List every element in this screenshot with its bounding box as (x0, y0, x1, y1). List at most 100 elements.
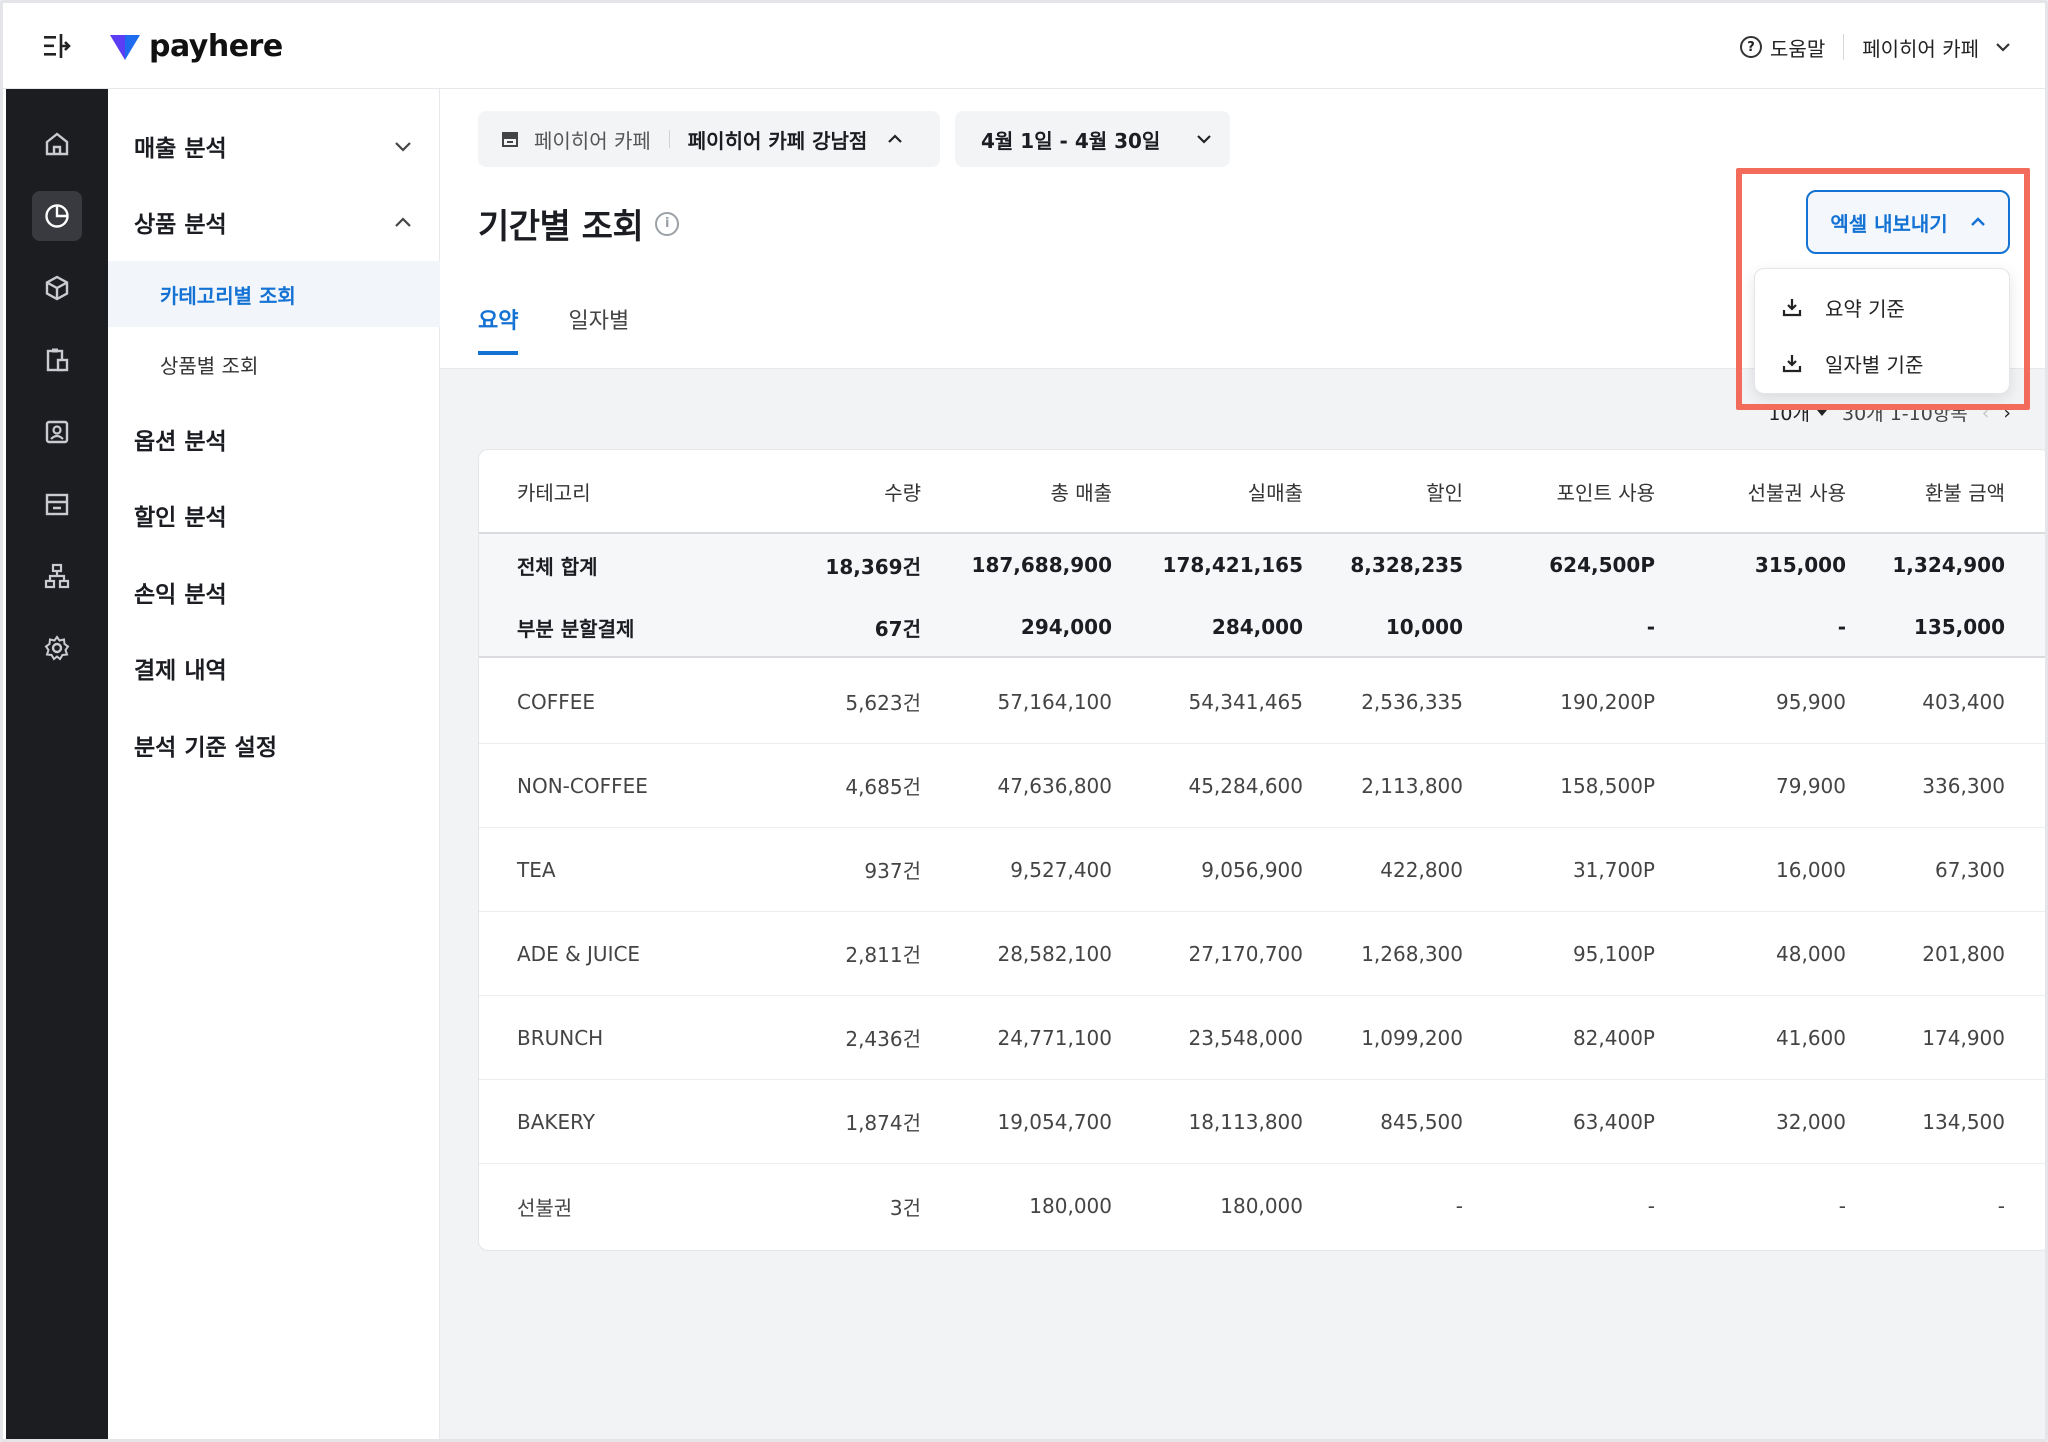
table-cell: 1,874건 (845, 1111, 921, 1135)
table-cell: 24,771,100 (997, 1025, 1112, 1050)
table-cell: 31,700P (1572, 857, 1655, 882)
table-cell: 23,548,000 (1188, 1025, 1303, 1050)
table-cell: 180,000 (1220, 1194, 1303, 1218)
question-icon: ? (1740, 36, 1763, 58)
table-cell: 1,324,900 (1892, 553, 2005, 577)
split-payment-row: 부분 분할결제 67건 294,000 284,000 10,000 - - 1… (479, 596, 2045, 658)
table-cell: 284,000 (1211, 615, 1303, 639)
table-cell: 201,800 (1922, 941, 2005, 966)
brand-name: 페이히어 카페 (534, 128, 651, 153)
column-header: 환불 금액 (1925, 480, 2005, 505)
table-cell: - (1646, 615, 1655, 639)
total-row: 전체 합계 18,369건 187,688,900 178,421,165 8,… (479, 534, 2045, 596)
chevron-down-icon (395, 141, 411, 152)
icon-rail (6, 89, 108, 1439)
nav-group-label: 손익 분석 (134, 582, 227, 608)
table-cell: - (1455, 1194, 1463, 1218)
help-link[interactable]: ? 도움말 (1740, 33, 1825, 62)
org-structure-icon[interactable] (32, 551, 82, 601)
column-header: 실매출 (1247, 480, 1303, 505)
help-label: 도움말 (1770, 36, 1826, 61)
chevron-up-icon (395, 216, 411, 227)
store-icon (502, 132, 518, 147)
nav-group-discount-analysis[interactable]: 할인 분석 (108, 487, 440, 543)
table-cell: 28,582,100 (997, 941, 1112, 966)
table-row: COFFEE 5,623건 57,164,100 54,341,465 2,53… (479, 660, 2045, 744)
table-cell: 선불권 (517, 1195, 573, 1220)
table-cell: BRUNCH (517, 1025, 604, 1050)
top-bar: payhere ? 도움말 페이히어 카페 (3, 3, 2045, 89)
nav-group-analysis-settings[interactable]: 분석 기준 설정 (108, 717, 440, 773)
analytics-pie-icon[interactable] (32, 191, 82, 241)
info-icon[interactable]: i (655, 211, 680, 236)
nav-group-profit-analysis[interactable]: 손익 분석 (108, 564, 440, 620)
payhere-logo-icon (110, 34, 140, 60)
table-cell: 48,000 (1776, 941, 1846, 966)
table-cell: 1,099,200 (1361, 1025, 1463, 1050)
customer-id-icon[interactable] (32, 407, 82, 457)
table-cell: 27,170,700 (1188, 941, 1303, 966)
chevron-down-icon (1197, 135, 1211, 144)
column-header: 수량 (884, 480, 921, 505)
table-cell: 82,400P (1572, 1025, 1655, 1050)
store-account-menu[interactable]: 페이히어 카페 (1862, 33, 2011, 62)
nav-item-product-view[interactable]: 상품별 조회 (108, 331, 440, 397)
table-cell: 47,636,800 (997, 773, 1112, 798)
table-cell: - (1647, 1194, 1655, 1218)
nav-group-sales-analysis[interactable]: 매출 분석 (108, 118, 440, 174)
table-cell: 2,811건 (845, 943, 921, 967)
table-cell: 4,685건 (845, 775, 921, 799)
table-header-row: 카테고리 수량 총 매출 실매출 할인 포인트 사용 선불권 사용 환불 금액 (479, 450, 2045, 534)
nav-group-payment-history[interactable]: 결제 내역 (108, 640, 440, 696)
table-cell: 45,284,600 (1188, 773, 1303, 798)
nav-item-category-view[interactable]: 카테고리별 조회 (108, 261, 440, 327)
divider (1843, 34, 1845, 60)
table-cell: 9,527,400 (1010, 857, 1112, 882)
table-cell: 315,000 (1754, 553, 1846, 577)
nav-group-label: 매출 분석 (134, 136, 227, 162)
table-cell: - (1838, 1194, 1846, 1218)
tab-summary[interactable]: 요약 (478, 303, 519, 355)
table-row: TEA 937건 9,527,400 9,056,900 422,800 31,… (479, 828, 2045, 912)
column-header: 포인트 사용 (1556, 480, 1655, 505)
table-cell: 부분 분할결제 (517, 616, 635, 641)
table-cell: 18,369건 (825, 554, 921, 579)
page-title-block: 기간별 조회 i (478, 199, 680, 248)
payhere-logo[interactable]: payhere (109, 29, 283, 64)
chevron-down-icon (1996, 43, 2010, 52)
table-cell: BAKERY (517, 1109, 595, 1134)
column-header: 카테고리 (517, 480, 591, 505)
store-selector[interactable]: 페이히어 카페 페이히어 카페 강남점 (478, 111, 940, 167)
sidebar-toggle-icon[interactable] (41, 31, 73, 61)
nav-group-product-analysis[interactable]: 상품 분석 (108, 194, 440, 250)
table-cell: 67,300 (1935, 857, 2005, 882)
table-row: ADE & JUICE 2,811건 28,582,100 27,170,700… (479, 912, 2045, 996)
category-sales-table: 카테고리 수량 총 매출 실매출 할인 포인트 사용 선불권 사용 환불 금액 … (478, 449, 2045, 1251)
table-cell: 41,600 (1776, 1025, 1846, 1050)
table-cell: - (1997, 1194, 2005, 1218)
table-cell: 3건 (889, 1195, 921, 1220)
store-icon[interactable] (32, 479, 82, 529)
nav-group-label: 할인 분석 (134, 505, 227, 531)
tab-daily[interactable]: 일자별 (568, 303, 629, 355)
table-cell: 5,623건 (845, 691, 921, 715)
product-box-icon[interactable] (32, 263, 82, 313)
home-icon[interactable] (32, 119, 82, 169)
table-cell: 67건 (874, 616, 921, 641)
inventory-clipboard-icon[interactable] (32, 335, 82, 385)
table-cell: 63,400P (1572, 1109, 1655, 1134)
column-header: 총 매출 (1050, 480, 1112, 505)
table-row: BRUNCH 2,436건 24,771,100 23,548,000 1,09… (479, 996, 2045, 1080)
divider (668, 130, 670, 148)
table-row: NON-COFFEE 4,685건 47,636,800 45,284,600 … (479, 744, 2045, 828)
table-cell: 10,000 (1385, 615, 1463, 639)
nav-group-label: 결제 내역 (134, 658, 227, 684)
nav-group-option-analysis[interactable]: 옵션 분석 (108, 411, 440, 467)
nav-item-label: 카테고리별 조회 (160, 283, 296, 308)
settings-gear-icon[interactable] (32, 623, 82, 673)
page-title: 기간별 조회 (478, 207, 644, 247)
table-cell: 403,400 (1922, 689, 2005, 714)
highlight-box (1736, 168, 2030, 410)
table-cell: 180,000 (1029, 1194, 1112, 1218)
date-range-selector[interactable]: 4월 1일 - 4월 30일 (955, 111, 1230, 167)
